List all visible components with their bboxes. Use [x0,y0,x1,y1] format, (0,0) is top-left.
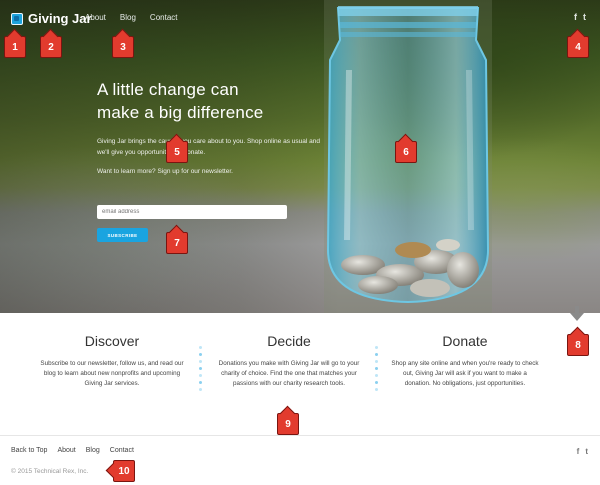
feature-text: Donations you make with Giving Jar will … [218,360,360,388]
facebook-icon[interactable]: f [574,12,577,22]
footer: Back to Top About Blog Contact f t © 201… [0,435,600,485]
callout-badge: 3 [112,36,134,58]
logo[interactable]: Giving Jar [11,11,92,26]
nav-link-blog[interactable]: Blog [120,13,136,22]
callout-badge: 5 [166,141,188,163]
callout-badge: 9 [277,413,299,435]
callout-badge: 1 [4,36,26,58]
feature-title: Donate [442,333,488,349]
features-section: Discover Subscribe to our newsletter, fo… [0,313,600,435]
twitter-icon[interactable]: t [583,12,586,22]
feature-text: Subscribe to our newsletter, follow us, … [40,360,184,388]
copyright-text: © 2015 Technical Rex, Inc. [11,468,89,475]
logo-text: Giving Jar [28,11,92,26]
top-header: Giving Jar About Blog Contact f t [0,0,600,36]
feature-discover: Discover Subscribe to our newsletter, fo… [37,333,187,390]
divider-dots [375,346,379,391]
main-nav: About Blog Contact [85,13,178,22]
feature-title: Decide [267,333,311,349]
header-social-links: f t [574,12,586,22]
callout-badge: 4 [567,36,589,58]
callout-badge: 7 [166,232,188,254]
footer-nav: Back to Top About Blog Contact [11,447,134,454]
arrow-down-icon[interactable] [570,306,584,322]
footer-link-about[interactable]: About [57,447,75,454]
nav-link-about[interactable]: About [85,13,106,22]
footer-social-links: f t [577,447,588,456]
subscribe-button[interactable]: SUBSCRIBE [97,228,148,242]
hero-headline-line-2: make a big difference [97,103,264,122]
callout-badge: 2 [40,36,62,58]
email-input[interactable] [97,205,287,219]
newsletter-prompt: Want to learn more? Sign up for our news… [97,168,233,175]
footer-link-contact[interactable]: Contact [110,447,134,454]
feature-decide: Decide Donations you make with Giving Ja… [214,333,364,390]
giving-jar-logo-icon [11,12,23,25]
twitter-icon[interactable]: t [585,447,588,456]
footer-link-blog[interactable]: Blog [86,447,100,454]
callout-badge: 8 [567,334,589,356]
nav-link-contact[interactable]: Contact [150,13,178,22]
hero-content: A little change can make a big differenc… [97,78,327,242]
feature-donate: Donate Shop any site online and when you… [390,333,540,390]
feature-text: Shop any site online and when you're rea… [391,360,539,388]
callout-badge: 10 [113,460,135,482]
hero-headline-line-1: A little change can [97,80,239,99]
footer-link-back-to-top[interactable]: Back to Top [11,447,47,454]
hero-lead-text: Giving Jar brings the causes you care ab… [97,138,320,156]
hero-headline: A little change can make a big differenc… [97,78,327,124]
divider-dots [199,346,203,391]
feature-title: Discover [84,333,140,349]
callout-badge: 6 [395,141,417,163]
facebook-icon[interactable]: f [577,447,580,456]
